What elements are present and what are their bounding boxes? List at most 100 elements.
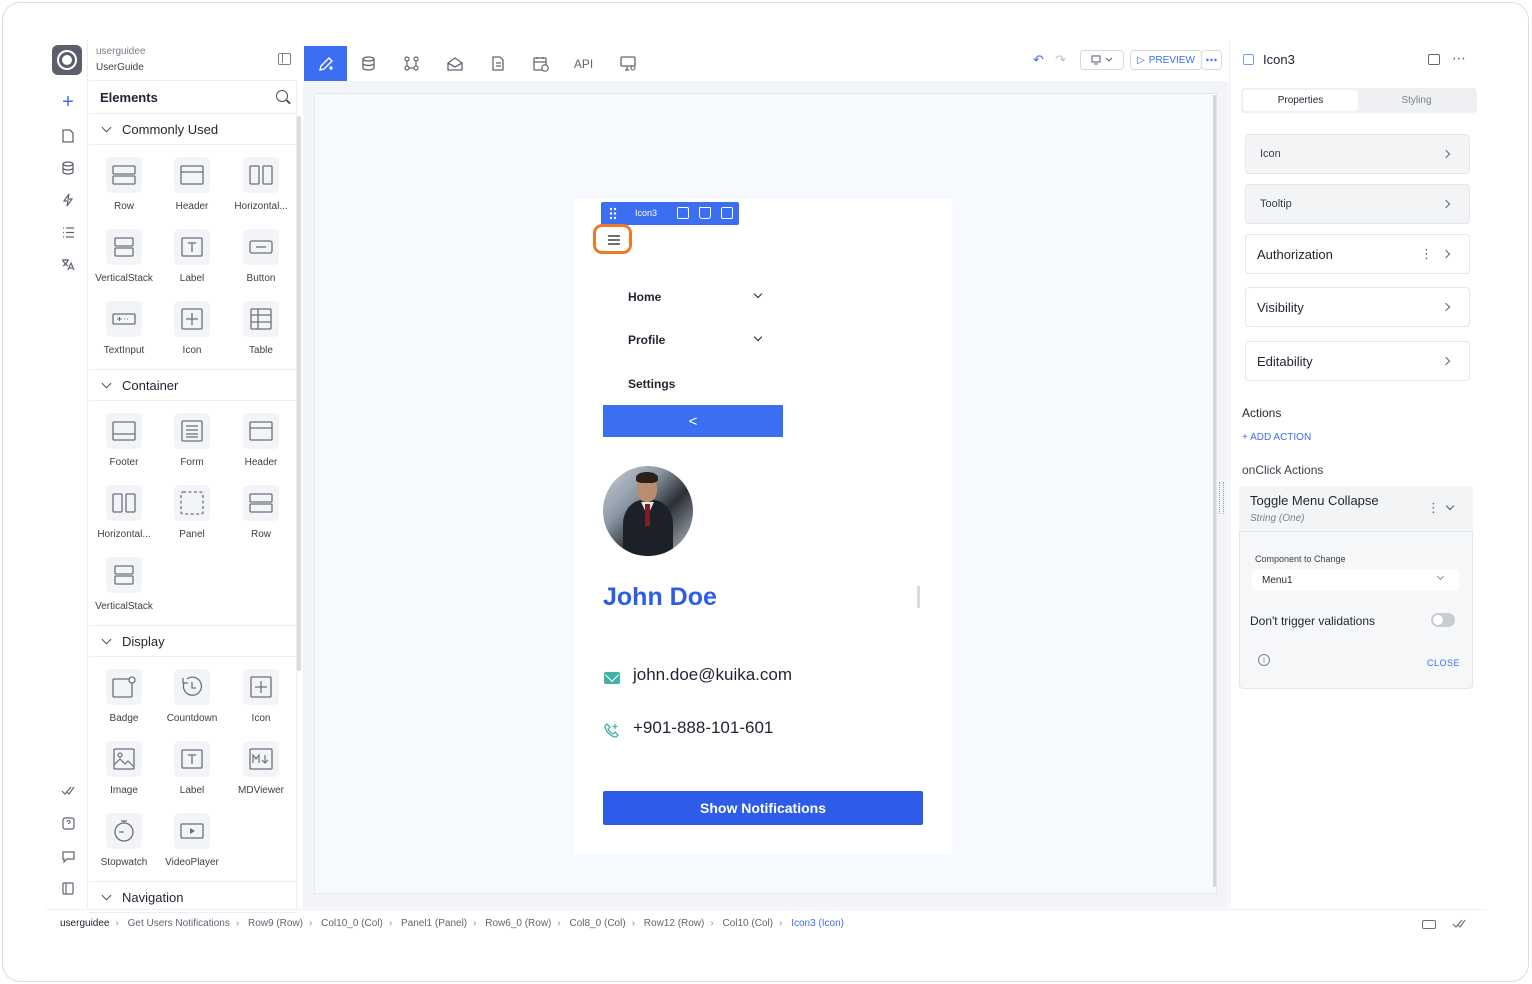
element-table[interactable]: Table (226, 301, 296, 367)
close-button[interactable]: CLOSE (1427, 658, 1460, 668)
element-badge[interactable]: Badge (89, 669, 159, 735)
document-tab[interactable] (476, 46, 519, 81)
database-tab[interactable] (347, 46, 390, 81)
section-commonly-used[interactable]: Commonly Used (89, 113, 297, 145)
element-form[interactable]: Form (157, 413, 227, 479)
more-options-icon[interactable]: ⋯ (1452, 50, 1466, 67)
breadcrumb-item[interactable]: Panel1 (Panel) (401, 918, 467, 929)
kebab-menu-icon[interactable]: ⋮ (1420, 246, 1433, 262)
section-display[interactable]: Display (89, 625, 297, 657)
monitor-settings-tab[interactable] (606, 46, 649, 81)
breadcrumb-item[interactable]: Get Users Notifications (128, 918, 230, 929)
element-button[interactable]: Button (226, 229, 296, 295)
menu-item-settings[interactable]: Settings (628, 377, 675, 391)
breadcrumb-item[interactable]: Col10_0 (Col) (321, 918, 383, 929)
element-verticalstack[interactable]: VerticalStack (89, 229, 159, 295)
section-container[interactable]: Container (89, 369, 297, 401)
list-icon[interactable] (58, 222, 78, 242)
element-panel[interactable]: Panel (157, 485, 227, 551)
element-verticalstack[interactable]: VerticalStack (89, 557, 159, 623)
element-image[interactable]: Image (89, 741, 159, 807)
undo-icon[interactable]: ↶ (1033, 52, 1044, 68)
database-icon[interactable] (58, 158, 78, 178)
canvas-scrollbar[interactable] (1213, 95, 1216, 887)
breadcrumb-item[interactable]: userguidee (60, 918, 109, 929)
breadcrumb: userguidee › Get Users Notifications › Row… (60, 918, 850, 929)
mail-tab[interactable] (433, 46, 476, 81)
element-label[interactable]: Label (157, 741, 227, 807)
elements-scrollbar[interactable] (297, 116, 301, 671)
element-icon[interactable]: Icon (157, 301, 227, 367)
element-countdown[interactable]: Countdown (157, 669, 227, 735)
element-label[interactable]: Label (157, 229, 227, 295)
menu-item-profile[interactable]: Profile (628, 333, 665, 347)
breadcrumb-item[interactable]: Col10 (Col) (722, 918, 773, 929)
double-check-icon[interactable] (1452, 919, 1467, 929)
info-icon[interactable]: i (1258, 654, 1270, 666)
design-tab[interactable] (304, 46, 347, 81)
group-tooltip[interactable]: Tooltip (1245, 184, 1470, 224)
element-footer[interactable]: Footer (89, 413, 159, 479)
translate-icon[interactable] (58, 254, 78, 274)
workflow-tab[interactable] (390, 46, 433, 81)
breadcrumb-item[interactable]: Row9 (Row) (248, 918, 303, 929)
trash-icon[interactable] (699, 207, 711, 219)
show-notifications-button[interactable]: Show Notifications (603, 791, 923, 825)
element-header[interactable]: Header (226, 413, 296, 479)
kebab-menu-icon[interactable]: ⋮ (1427, 500, 1440, 516)
element-mdviewer[interactable]: MDViewer (226, 741, 296, 807)
element-videoplayer[interactable]: VideoPlayer (157, 813, 227, 879)
project-switcher[interactable]: userguidee UserGuide (96, 46, 145, 73)
double-check-icon[interactable] (58, 780, 78, 800)
chevron-right-icon: › (309, 918, 313, 929)
copy-icon[interactable] (721, 207, 733, 219)
search-icon[interactable] (276, 90, 288, 102)
group-visibility[interactable]: Visibility (1245, 287, 1470, 327)
tab-properties[interactable]: Properties (1243, 90, 1358, 111)
element-header[interactable]: Header (157, 157, 227, 223)
component-to-change-select[interactable]: Menu1 (1252, 569, 1459, 591)
group-authorization[interactable]: Authorization ⋮ (1245, 234, 1470, 274)
tab-styling[interactable]: Styling (1359, 90, 1474, 111)
add-box-icon[interactable] (677, 207, 689, 219)
element-icon[interactable]: Icon (226, 669, 296, 735)
breadcrumb-item[interactable]: Col8_0 (Col) (570, 918, 626, 929)
chat-icon[interactable] (58, 846, 78, 866)
chevron-right-icon (1441, 149, 1451, 159)
keyboard-icon[interactable] (1422, 920, 1436, 929)
add-action-button[interactable]: + ADD ACTION (1242, 432, 1311, 443)
group-editability[interactable]: Editability (1245, 341, 1470, 381)
api-tab[interactable]: API (562, 46, 605, 81)
element-horizontal[interactable]: Horizontal... (89, 485, 159, 551)
menu-toggle-icon[interactable] (593, 224, 632, 254)
breadcrumb-item[interactable]: Row6_0 (Row) (485, 918, 551, 929)
group-icon[interactable]: Icon (1245, 134, 1470, 174)
schedule-tab[interactable] (519, 46, 562, 81)
menu-collapse-button[interactable]: < (603, 405, 783, 437)
book-icon[interactable] (58, 878, 78, 898)
more-options-button[interactable]: ⋯ (1201, 50, 1222, 70)
panel-layout-icon[interactable] (1428, 54, 1440, 65)
chevron-right-icon: › (115, 918, 119, 929)
preview-button[interactable]: ▷ PREVIEW (1130, 50, 1202, 70)
app-logo-icon[interactable] (52, 45, 82, 75)
breadcrumb-item-current[interactable]: Icon3 (Icon) (791, 918, 844, 929)
menu-item-home[interactable]: Home (628, 290, 661, 304)
page-icon[interactable] (58, 126, 78, 146)
breadcrumb-item[interactable]: Row12 (Row) (644, 918, 705, 929)
chevron-right-icon: › (473, 918, 477, 929)
action-subtitle: String (One) (1250, 513, 1305, 524)
dont-trigger-validations-toggle[interactable] (1431, 613, 1455, 627)
element-row[interactable]: Row (226, 485, 296, 551)
device-selector[interactable] (1080, 50, 1124, 70)
element-horizontal[interactable]: Horizontal... (226, 157, 296, 223)
add-element-icon[interactable]: + (58, 91, 78, 113)
help-icon[interactable] (58, 813, 78, 833)
collapse-panel-icon[interactable] (278, 53, 291, 65)
element-row[interactable]: Row (89, 157, 159, 223)
lightning-icon[interactable] (58, 190, 78, 210)
element-stopwatch[interactable]: Stopwatch (89, 813, 159, 879)
element-textinput[interactable]: TextInput (89, 301, 159, 367)
redo-icon[interactable]: ↷ (1055, 52, 1066, 68)
resize-handle[interactable] (1219, 482, 1224, 514)
